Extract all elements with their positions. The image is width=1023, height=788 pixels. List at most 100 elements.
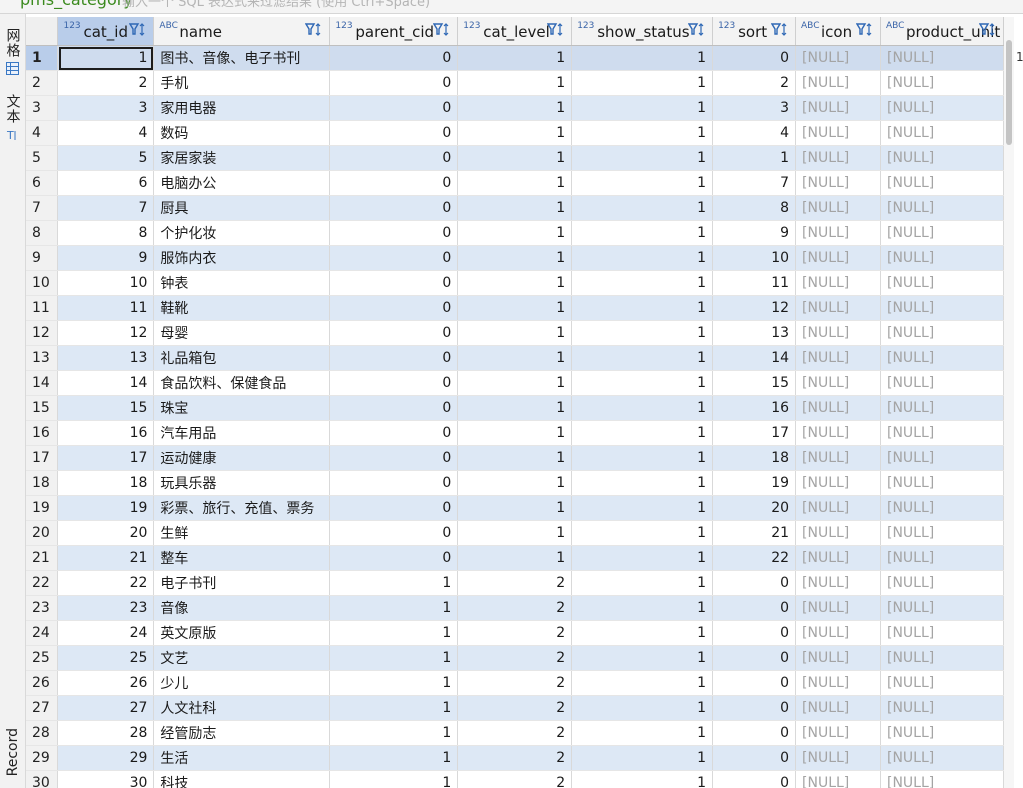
table-row[interactable]: 29 29 生活 1 2 1 0 [NULL] [NULL] — [26, 745, 1004, 771]
cell-sort[interactable]: 9 — [712, 220, 797, 246]
cell-icon[interactable]: [NULL] — [795, 670, 881, 696]
cell-show-status[interactable]: 1 — [571, 595, 714, 621]
cell-show-status[interactable]: 1 — [571, 220, 714, 246]
column-header-cat-id[interactable]: 123 cat_id — [57, 17, 155, 46]
cell-name[interactable]: 手机 — [153, 70, 331, 96]
cell-cat-level[interactable]: 1 — [457, 545, 573, 571]
cell-parent-cid[interactable]: 0 — [329, 195, 459, 221]
cell-name[interactable]: 珠宝 — [153, 395, 331, 421]
cell-product-unit[interactable]: [NULL] — [880, 295, 1004, 321]
cell-sort[interactable]: 11 — [712, 270, 797, 296]
table-row[interactable]: 8 8 个护化妆 0 1 1 9 [NULL] [NULL] — [26, 220, 1004, 246]
cell-sort[interactable]: 19 — [712, 470, 797, 496]
cell-icon[interactable]: [NULL] — [795, 220, 881, 246]
cell-cat-level[interactable]: 1 — [457, 45, 573, 71]
cell-product-unit[interactable]: [NULL] — [880, 695, 1004, 721]
cell-cat-id[interactable]: 18 — [57, 470, 155, 496]
cell-product-unit[interactable]: [NULL] — [880, 545, 1004, 571]
cell-name[interactable]: 整车 — [153, 545, 331, 571]
cell-show-status[interactable]: 1 — [571, 720, 714, 746]
cell-name[interactable]: 家居家装 — [153, 145, 331, 171]
cell-icon[interactable]: [NULL] — [795, 345, 881, 371]
cell-cat-level[interactable]: 2 — [457, 695, 573, 721]
table-row[interactable]: 16 16 汽车用品 0 1 1 17 [NULL] [NULL] — [26, 420, 1004, 446]
cell-parent-cid[interactable]: 0 — [329, 220, 459, 246]
cell-cat-level[interactable]: 2 — [457, 645, 573, 671]
table-row[interactable]: 14 14 食品饮料、保健食品 0 1 1 15 [NULL] [NULL] — [26, 370, 1004, 396]
row-number[interactable]: 29 — [26, 745, 59, 771]
cell-icon[interactable]: [NULL] — [795, 545, 881, 571]
cell-name[interactable]: 鞋靴 — [153, 295, 331, 321]
row-number[interactable]: 20 — [26, 520, 59, 546]
cell-product-unit[interactable]: [NULL] — [880, 120, 1004, 146]
cell-sort[interactable]: 15 — [712, 370, 797, 396]
filter-sort-icon[interactable] — [129, 22, 147, 38]
cell-icon[interactable]: [NULL] — [795, 420, 881, 446]
cell-sort[interactable]: 8 — [712, 195, 797, 221]
cell-icon[interactable]: [NULL] — [795, 495, 881, 521]
cell-parent-cid[interactable]: 0 — [329, 420, 459, 446]
cell-cat-id[interactable]: 5 — [57, 145, 155, 171]
corner-cell[interactable] — [26, 17, 59, 46]
filter-sort-icon[interactable] — [688, 22, 706, 38]
cell-icon[interactable]: [NULL] — [795, 520, 881, 546]
cell-parent-cid[interactable]: 1 — [329, 695, 459, 721]
cell-name[interactable]: 母婴 — [153, 320, 331, 346]
cell-show-status[interactable]: 1 — [571, 545, 714, 571]
cell-cat-id[interactable]: 19 — [57, 495, 155, 521]
cell-parent-cid[interactable]: 0 — [329, 245, 459, 271]
cell-show-status[interactable]: 1 — [571, 570, 714, 596]
row-number[interactable]: 23 — [26, 595, 59, 621]
cell-icon[interactable]: [NULL] — [795, 395, 881, 421]
vertical-scrollbar[interactable] — [1004, 17, 1014, 788]
cell-show-status[interactable]: 1 — [571, 645, 714, 671]
cell-product-unit[interactable]: [NULL] — [880, 270, 1004, 296]
cell-sort[interactable]: 13 — [712, 320, 797, 346]
cell-sort[interactable]: 0 — [712, 645, 797, 671]
cell-product-unit[interactable]: [NULL] — [880, 70, 1004, 96]
cell-cat-level[interactable]: 1 — [457, 445, 573, 471]
cell-cat-id[interactable]: 8 — [57, 220, 155, 246]
column-header-product-unit[interactable]: ABC product_unit — [880, 17, 1004, 46]
cell-cat-level[interactable]: 1 — [457, 370, 573, 396]
cell-parent-cid[interactable]: 0 — [329, 545, 459, 571]
cell-product-unit[interactable]: [NULL] — [880, 420, 1004, 446]
row-number[interactable]: 12 — [26, 320, 59, 346]
cell-parent-cid[interactable]: 0 — [329, 70, 459, 96]
row-number[interactable]: 11 — [26, 295, 59, 321]
cell-parent-cid[interactable]: 0 — [329, 270, 459, 296]
cell-sort[interactable]: 16 — [712, 395, 797, 421]
cell-cat-level[interactable]: 2 — [457, 570, 573, 596]
cell-cat-id[interactable]: 26 — [57, 670, 155, 696]
table-row[interactable]: 3 3 家用电器 0 1 1 3 [NULL] [NULL] — [26, 95, 1004, 121]
cell-icon[interactable]: [NULL] — [795, 295, 881, 321]
cell-show-status[interactable]: 1 — [571, 145, 714, 171]
cell-cat-id[interactable]: 12 — [57, 320, 155, 346]
row-number[interactable]: 13 — [26, 345, 59, 371]
filter-sort-icon[interactable] — [547, 22, 565, 38]
cell-cat-id[interactable]: 2 — [57, 70, 155, 96]
cell-cat-level[interactable]: 1 — [457, 170, 573, 196]
cell-cat-id[interactable]: 11 — [57, 295, 155, 321]
cell-parent-cid[interactable]: 0 — [329, 520, 459, 546]
cell-cat-level[interactable]: 1 — [457, 470, 573, 496]
table-row[interactable]: 15 15 珠宝 0 1 1 16 [NULL] [NULL] — [26, 395, 1004, 421]
table-row[interactable]: 10 10 钟表 0 1 1 11 [NULL] [NULL] — [26, 270, 1004, 296]
row-number[interactable]: 5 — [26, 145, 59, 171]
cell-sort[interactable]: 0 — [712, 695, 797, 721]
cell-icon[interactable]: [NULL] — [795, 745, 881, 771]
row-number[interactable]: 14 — [26, 370, 59, 396]
cell-product-unit[interactable]: [NULL] — [880, 95, 1004, 121]
cell-sort[interactable]: 17 — [712, 420, 797, 446]
cell-show-status[interactable]: 1 — [571, 95, 714, 121]
cell-cat-level[interactable]: 1 — [457, 195, 573, 221]
cell-cat-id[interactable]: 21 — [57, 545, 155, 571]
cell-show-status[interactable]: 1 — [571, 45, 714, 71]
cell-cat-id[interactable]: 14 — [57, 370, 155, 396]
cell-sort[interactable]: 0 — [712, 570, 797, 596]
table-row[interactable]: 4 4 数码 0 1 1 4 [NULL] [NULL] — [26, 120, 1004, 146]
row-number[interactable]: 15 — [26, 395, 59, 421]
row-number[interactable]: 16 — [26, 420, 59, 446]
table-row[interactable]: 22 22 电子书刊 1 2 1 0 [NULL] [NULL] — [26, 570, 1004, 596]
cell-cat-level[interactable]: 2 — [457, 670, 573, 696]
